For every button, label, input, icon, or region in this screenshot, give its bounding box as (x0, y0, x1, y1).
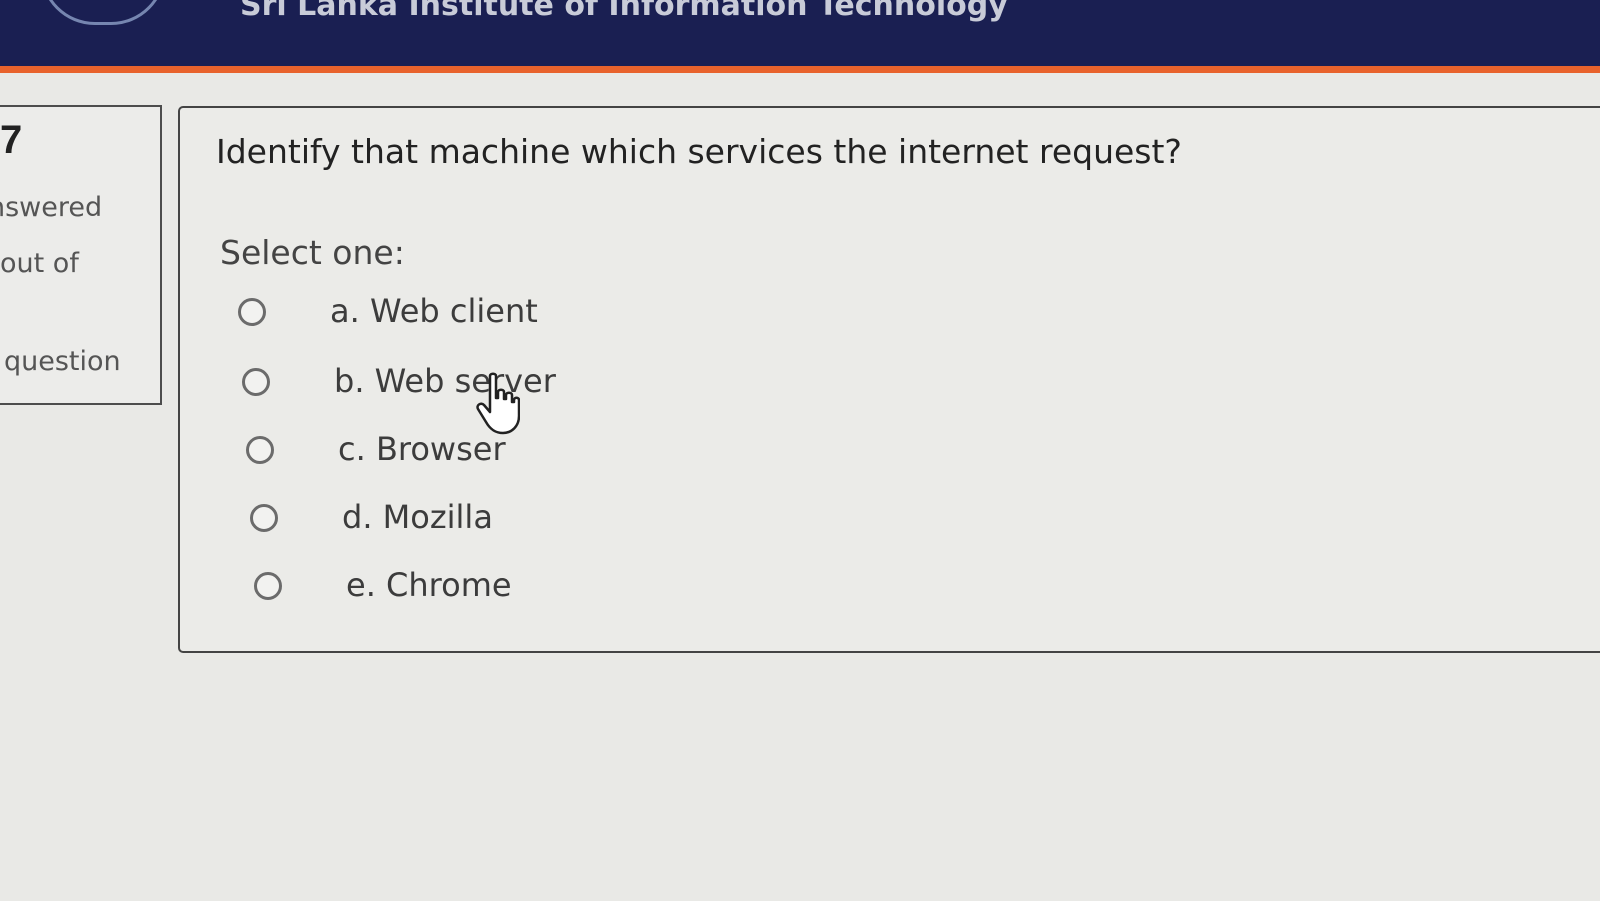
option-label-e[interactable]: e. Chrome (346, 566, 512, 604)
radio-button-c[interactable] (246, 436, 274, 464)
option-label-b[interactable]: b. Web server (334, 362, 556, 400)
radio-button-e[interactable] (254, 572, 282, 600)
option-label-a[interactable]: a. Web client (330, 292, 538, 330)
option-label-d[interactable]: d. Mozilla (342, 498, 493, 536)
question-number: 7 (0, 118, 23, 162)
radio-button-d[interactable] (250, 504, 278, 532)
question-text: Identify that machine which services the… (216, 132, 1182, 171)
select-one-prompt: Select one: (220, 233, 405, 272)
institute-logo[interactable] (40, 0, 166, 25)
site-header: Sri Lanka Institute of Information Techn… (0, 0, 1600, 66)
question-status: nswered (0, 192, 103, 223)
site-title[interactable]: Sri Lanka Institute of Information Techn… (240, 0, 1008, 23)
radio-button-a[interactable] (238, 298, 266, 326)
flag-question-link[interactable]: question (4, 346, 121, 377)
radio-button-b[interactable] (242, 368, 270, 396)
header-accent-stripe (0, 66, 1600, 73)
hand-pointer-icon (476, 372, 520, 435)
question-marks: out of (0, 248, 79, 279)
